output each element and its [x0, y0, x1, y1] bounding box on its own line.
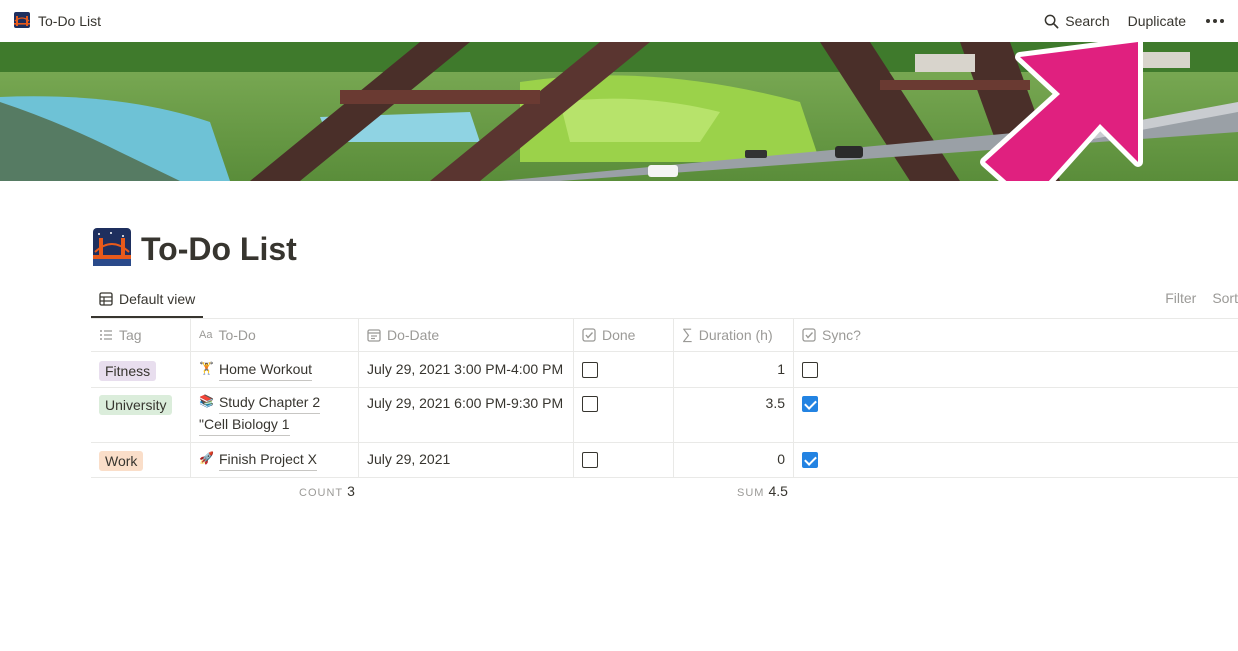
- calendar-icon: [367, 328, 381, 342]
- tag-cell[interactable]: Work: [91, 443, 191, 477]
- table-row[interactable]: Work 🚀 Finish Project X July 29, 2021 0: [91, 443, 1238, 478]
- tab-label: Default view: [119, 291, 196, 307]
- duplicate-button[interactable]: Duplicate: [1128, 13, 1186, 29]
- tag-cell[interactable]: Fitness: [91, 352, 191, 387]
- checkbox-property-icon: [582, 327, 596, 342]
- count-value: 3: [347, 483, 355, 499]
- table-header: Tag Aa To-Do Do-Date Done ∑ Duration (h)…: [91, 318, 1238, 352]
- column-label: Tag: [119, 326, 142, 343]
- sum-label: SUM: [737, 487, 765, 499]
- todo-title[interactable]: Finish Project X: [218, 449, 317, 471]
- sum-value: 4.5: [768, 483, 788, 499]
- sum-calculation[interactable]: SUM 4.5: [737, 483, 788, 499]
- tag-badge: University: [99, 395, 173, 415]
- tag-badge: Fitness: [99, 361, 157, 381]
- weightlifter-icon: 🏋: [199, 361, 214, 375]
- done-cell: [574, 443, 674, 477]
- duration-value: 3.5: [765, 395, 785, 411]
- duration-cell[interactable]: 1: [674, 352, 794, 387]
- column-label: Duration (h): [698, 326, 773, 343]
- sync-checkbox[interactable]: [802, 452, 818, 468]
- rocket-icon: 🚀: [199, 451, 214, 465]
- column-label: Do-Date: [387, 326, 440, 343]
- database-table: Tag Aa To-Do Do-Date Done ∑ Duration (h)…: [91, 318, 1238, 478]
- todo-title-continued[interactable]: "Cell Biology 1: [199, 414, 290, 436]
- duration-value: 1: [777, 361, 785, 377]
- tag-badge: Work: [99, 451, 144, 471]
- table-icon: [99, 292, 113, 306]
- table-footer: COUNT 3 SUM 4.5: [91, 475, 1238, 505]
- duplicate-label: Duplicate: [1127, 13, 1186, 29]
- column-label: Sync?: [822, 326, 861, 343]
- page-title: To-Do List: [141, 231, 297, 267]
- text-property-icon: Aa: [199, 328, 213, 341]
- table-row[interactable]: Fitness 🏋 Home Workout July 29, 2021 3:0…: [91, 352, 1238, 388]
- column-header-todo[interactable]: Aa To-Do: [191, 318, 359, 351]
- cover-image: [0, 42, 1238, 181]
- tag-cell[interactable]: University: [91, 388, 191, 442]
- more-options-icon[interactable]: [1204, 19, 1226, 23]
- column-header-done[interactable]: Done: [574, 318, 674, 351]
- page-icon: [14, 11, 30, 31]
- column-header-sync[interactable]: Sync?: [794, 318, 1238, 351]
- todo-cell[interactable]: 🏋 Home Workout: [191, 352, 359, 387]
- duration-cell[interactable]: 3.5: [674, 388, 794, 442]
- sync-checkbox[interactable]: [802, 396, 818, 412]
- date-value: July 29, 2021 3:00 PM-4:00 PM: [367, 361, 564, 377]
- done-checkbox[interactable]: [582, 396, 598, 412]
- date-cell[interactable]: July 29, 2021 3:00 PM-4:00 PM: [359, 352, 574, 387]
- sync-cell: [794, 443, 1238, 477]
- date-cell[interactable]: July 29, 2021: [359, 443, 574, 477]
- sigma-icon: ∑: [682, 326, 693, 343]
- page-emoji-icon[interactable]: [93, 228, 131, 271]
- breadcrumb[interactable]: To-Do List: [14, 11, 102, 31]
- list-icon: [100, 329, 112, 340]
- count-calculation[interactable]: COUNT 3: [299, 483, 355, 499]
- sync-cell: [794, 352, 1238, 387]
- books-icon: 📚: [199, 394, 214, 408]
- todo-cell[interactable]: 🚀 Finish Project X: [191, 443, 359, 477]
- sync-cell: [794, 388, 1238, 442]
- search-button[interactable]: Search: [1044, 13, 1110, 29]
- sort-button[interactable]: Sort: [1212, 290, 1238, 306]
- column-header-tag[interactable]: Tag: [91, 318, 191, 351]
- tab-default-view[interactable]: Default view: [91, 282, 203, 318]
- search-icon: [1044, 14, 1059, 28]
- todo-title[interactable]: Home Workout: [218, 359, 313, 381]
- column-header-date[interactable]: Do-Date: [359, 318, 574, 351]
- column-header-duration[interactable]: ∑ Duration (h): [674, 318, 794, 351]
- breadcrumb-title: To-Do List: [38, 13, 102, 29]
- date-cell[interactable]: July 29, 2021 6:00 PM-9:30 PM: [359, 388, 574, 442]
- date-value: July 29, 2021: [367, 451, 451, 467]
- todo-cell[interactable]: 📚 Study Chapter 2 "Cell Biology 1: [191, 388, 359, 442]
- date-value: July 29, 2021 6:00 PM-9:30 PM: [367, 395, 564, 411]
- view-bar: Default view Filter Sort: [91, 282, 1238, 319]
- done-cell: [574, 388, 674, 442]
- table-row[interactable]: University 📚 Study Chapter 2 "Cell Biolo…: [91, 388, 1238, 443]
- done-checkbox[interactable]: [582, 452, 598, 468]
- count-label: COUNT: [299, 487, 344, 499]
- top-bar: To-Do List Search Duplicate: [0, 0, 1238, 42]
- sync-checkbox[interactable]: [802, 362, 818, 378]
- duration-value: 0: [777, 451, 785, 467]
- page-header: To-Do List: [93, 228, 297, 271]
- checkbox-property-icon: [802, 327, 816, 342]
- search-label: Search: [1065, 13, 1110, 29]
- duration-cell[interactable]: 0: [674, 443, 794, 477]
- done-cell: [574, 352, 674, 387]
- todo-title[interactable]: Study Chapter 2: [218, 392, 321, 414]
- column-label: To-Do: [218, 326, 256, 343]
- column-label: Done: [602, 326, 636, 343]
- done-checkbox[interactable]: [582, 362, 598, 378]
- filter-button[interactable]: Filter: [1165, 290, 1196, 306]
